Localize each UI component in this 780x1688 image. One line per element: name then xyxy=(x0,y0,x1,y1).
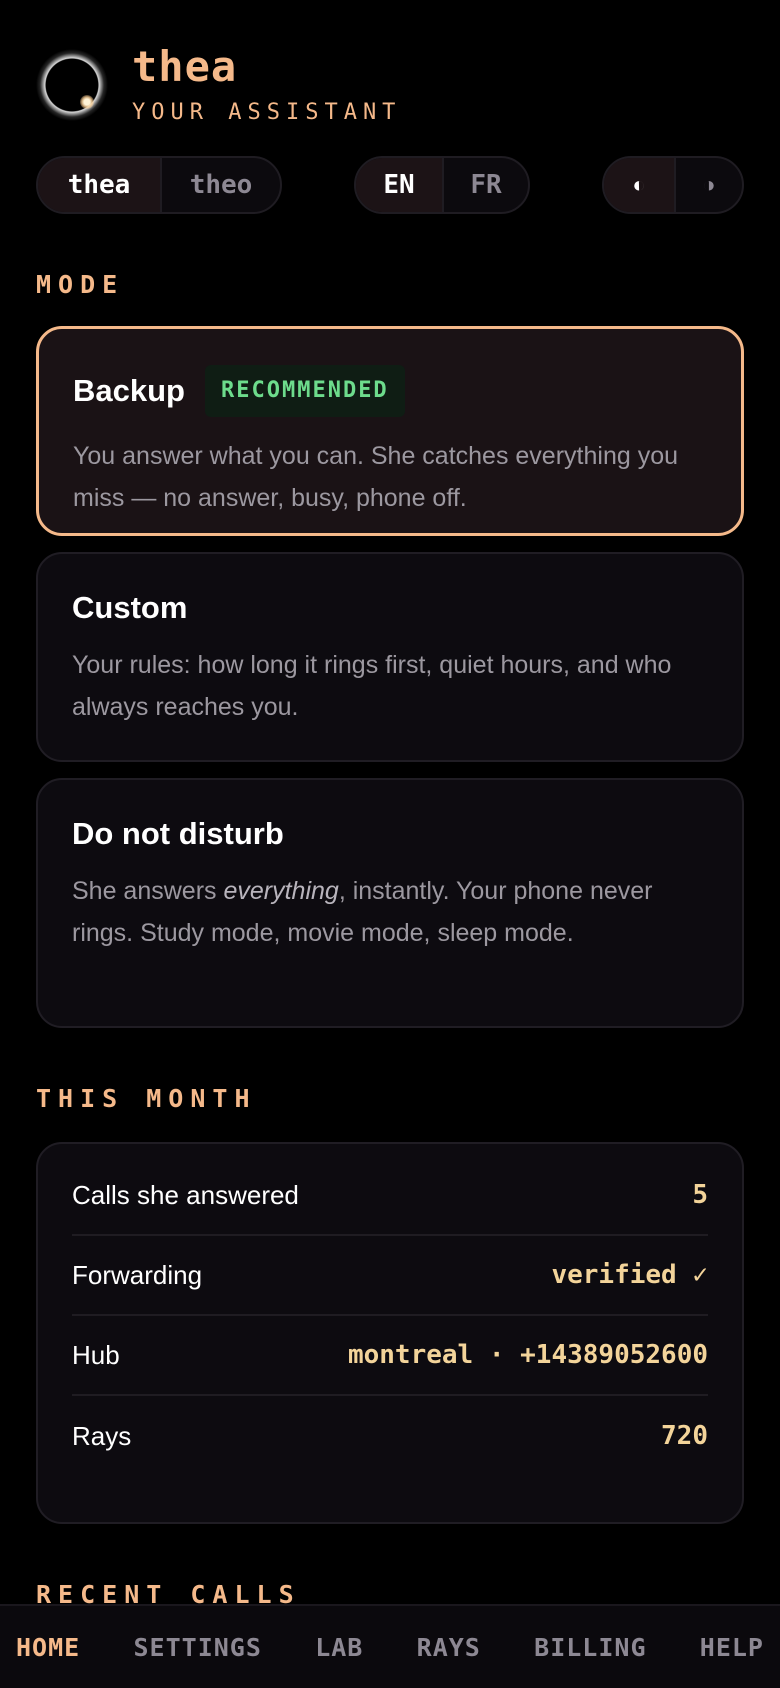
theme-option-dark-icon[interactable]: ◐ xyxy=(604,158,674,212)
mode-card-custom[interactable]: Custom Your rules: how long it rings fir… xyxy=(36,552,744,762)
stat-row-forwarding: Forwarding verified ✓ xyxy=(72,1236,708,1316)
stat-row-rays: Rays 720 xyxy=(72,1396,708,1476)
mode-card-backup[interactable]: Backup RECOMMENDED You answer what you c… xyxy=(36,326,744,536)
assistant-option-thea[interactable]: thea xyxy=(38,158,160,212)
this-month-section-label: THIS MONTH xyxy=(36,1084,257,1113)
eclipse-logo-icon xyxy=(36,49,108,121)
nav-item-home[interactable]: HOME xyxy=(16,1633,80,1662)
nav-item-lab[interactable]: LAB xyxy=(315,1633,363,1662)
mode-card-do-not-disturb[interactable]: Do not disturb She answers everything, i… xyxy=(36,778,744,1028)
stat-value: verified ✓ xyxy=(551,1260,708,1290)
recommended-badge: RECOMMENDED xyxy=(204,365,405,417)
theme-option-light-icon[interactable]: ◑ xyxy=(674,158,742,212)
mode-card-title-text: Do not disturb xyxy=(72,816,284,851)
app-screen: thea YOUR ASSISTANT thea theo EN FR ◐ ◑ … xyxy=(0,0,780,1688)
mode-card-title-text: Backup xyxy=(73,373,185,408)
assistant-toggle: thea theo xyxy=(36,156,282,214)
theme-toggle: ◐ ◑ xyxy=(602,156,744,214)
brand-subtitle: YOUR ASSISTANT xyxy=(132,100,402,125)
mode-card-description: You answer what you can. She catches eve… xyxy=(73,442,679,512)
stat-row-calls-answered: Calls she answered 5 xyxy=(72,1156,708,1236)
language-option-fr[interactable]: FR xyxy=(442,158,528,212)
nav-item-help[interactable]: HELP xyxy=(700,1633,764,1662)
assistant-option-theo[interactable]: theo xyxy=(160,158,280,212)
nav-item-rays[interactable]: RAYS xyxy=(417,1633,481,1662)
mode-section-label: MODE xyxy=(36,270,125,299)
mode-card-title-text: Custom xyxy=(72,590,188,625)
bottom-nav: HOME SETTINGS LAB RAYS BILLING HELP xyxy=(0,1604,780,1688)
description-part: She answers xyxy=(72,877,224,905)
language-toggle: EN FR xyxy=(354,156,530,214)
mode-card-description: She answers everything, instantly. Your … xyxy=(72,870,708,954)
stat-value: 5 xyxy=(692,1180,708,1210)
mode-card-title: Custom xyxy=(72,590,708,626)
logo-spark xyxy=(80,95,94,109)
this-month-stats: Calls she answered 5 Forwarding verified… xyxy=(36,1142,744,1524)
header: thea YOUR ASSISTANT xyxy=(36,44,401,126)
stat-label: Forwarding xyxy=(72,1259,203,1290)
nav-item-billing[interactable]: BILLING xyxy=(534,1633,646,1662)
stat-value: 720 xyxy=(661,1421,708,1451)
mode-card-title: Do not disturb xyxy=(72,816,708,852)
language-option-en[interactable]: EN xyxy=(356,158,442,212)
stat-value: montreal · +14389052600 xyxy=(347,1340,708,1370)
description-emphasis: everything xyxy=(223,877,339,905)
mode-card-description: Your rules: how long it rings first, qui… xyxy=(72,651,672,721)
mode-card-title: Backup RECOMMENDED xyxy=(73,365,707,417)
stat-label: Calls she answered xyxy=(72,1179,299,1210)
stat-label: Hub xyxy=(72,1339,120,1370)
brand-name: thea xyxy=(132,42,238,91)
brand: thea YOUR ASSISTANT xyxy=(132,44,401,126)
stat-label: Rays xyxy=(72,1420,132,1451)
nav-item-settings[interactable]: SETTINGS xyxy=(134,1633,262,1662)
stat-row-hub: Hub montreal · +14389052600 xyxy=(72,1316,708,1396)
